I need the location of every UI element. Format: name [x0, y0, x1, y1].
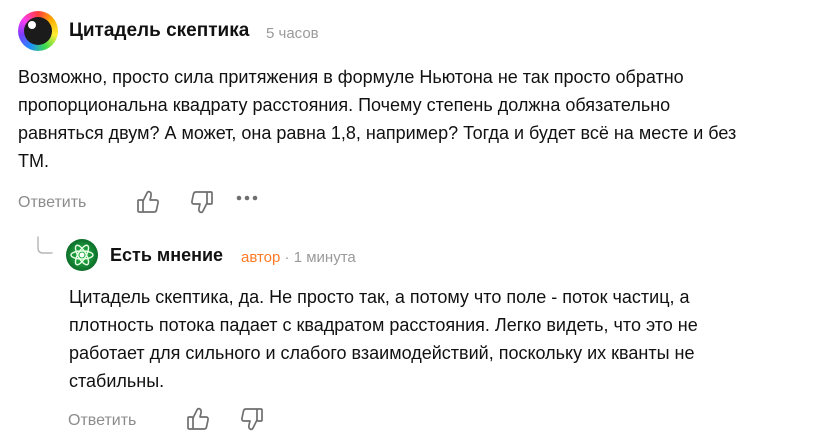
comment-text-line: ТМ. — [18, 151, 49, 171]
reply-button[interactable]: Ответить — [68, 412, 136, 430]
author-name[interactable]: Есть мнение — [110, 245, 223, 266]
comment-text-line: стабильны. — [69, 371, 165, 391]
comment-text-line: Возможно, просто сила притяжения в форму… — [18, 67, 684, 87]
reply-thread-icon — [36, 236, 56, 263]
thumbs-up-icon[interactable] — [186, 406, 210, 437]
thumbs-down-icon[interactable] — [190, 189, 214, 220]
thumbs-down-icon[interactable] — [240, 406, 264, 437]
comment-text: Возможно, просто сила притяжения в форму… — [18, 63, 818, 175]
avatar-core — [28, 21, 36, 29]
meta-separator: · — [280, 249, 294, 266]
author-badge: автор — [241, 249, 281, 266]
comment-text-line: работает для сильного и слабого взаимоде… — [69, 343, 695, 363]
reply-button[interactable]: Ответить — [18, 194, 86, 212]
comment-time: 1 минута — [293, 249, 356, 266]
comment-text-line: равняться двум? А может, она равна 1,8, … — [18, 123, 737, 143]
comment-text-line: Цитадель скептика, да. Не просто так, а … — [69, 287, 690, 307]
avatar[interactable] — [66, 239, 98, 271]
author-name[interactable]: Цитадель скептика — [69, 20, 249, 42]
more-dots-icon[interactable] — [235, 192, 259, 210]
comment-text-line: плотность потока падает с квадратом расс… — [69, 315, 698, 335]
comment-time: 5 часов — [266, 25, 319, 42]
comment-text-line: пропорциональна квадрату расстояния. Поч… — [18, 95, 671, 115]
avatar[interactable] — [18, 11, 58, 51]
thumbs-up-icon[interactable] — [136, 189, 160, 220]
comment-text: Цитадель скептика, да. Не просто так, а … — [69, 283, 809, 395]
comment-meta: автор · 1 минута — [241, 249, 356, 266]
